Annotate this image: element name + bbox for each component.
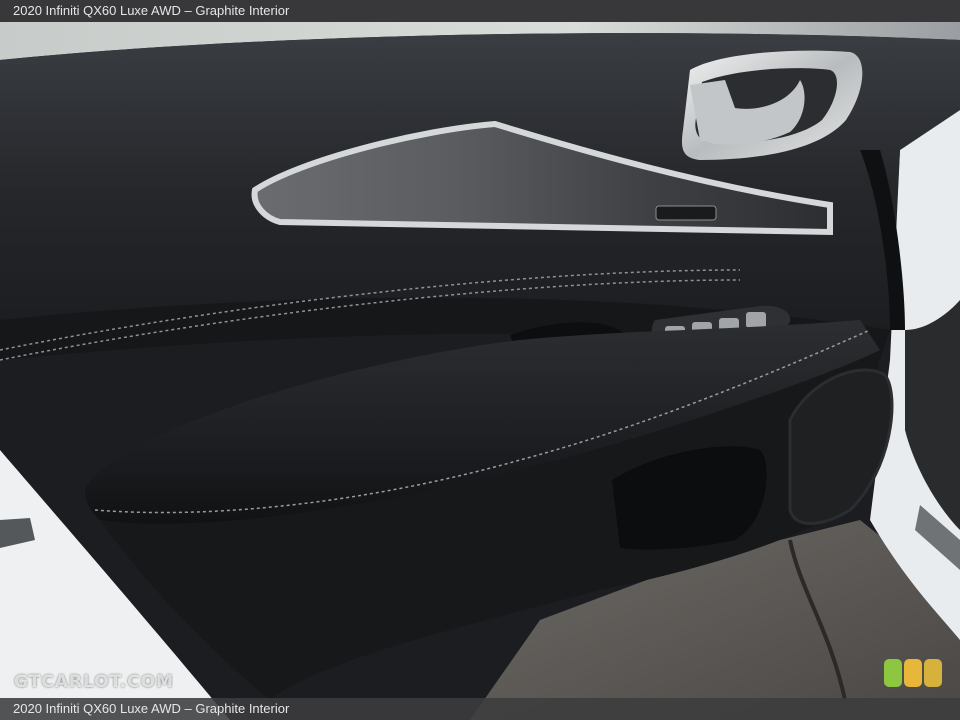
watermark: GTCARLOT.COM [14, 672, 174, 692]
door-panel-photo [0, 0, 960, 720]
swatch-green [884, 659, 902, 687]
window-switch-4 [746, 312, 766, 328]
memory-seat-buttons [655, 205, 717, 221]
color-swatch-badge [884, 659, 942, 687]
swatch-amber [904, 659, 922, 687]
caption-bottom: 2020 Infiniti QX60 Luxe AWD – Graphite I… [0, 698, 960, 720]
caption-top: 2020 Infiniti QX60 Luxe AWD – Graphite I… [0, 0, 960, 22]
photo-viewer: 2020 Infiniti QX60 Luxe AWD – Graphite I… [0, 0, 960, 720]
swatch-gold [924, 659, 942, 687]
